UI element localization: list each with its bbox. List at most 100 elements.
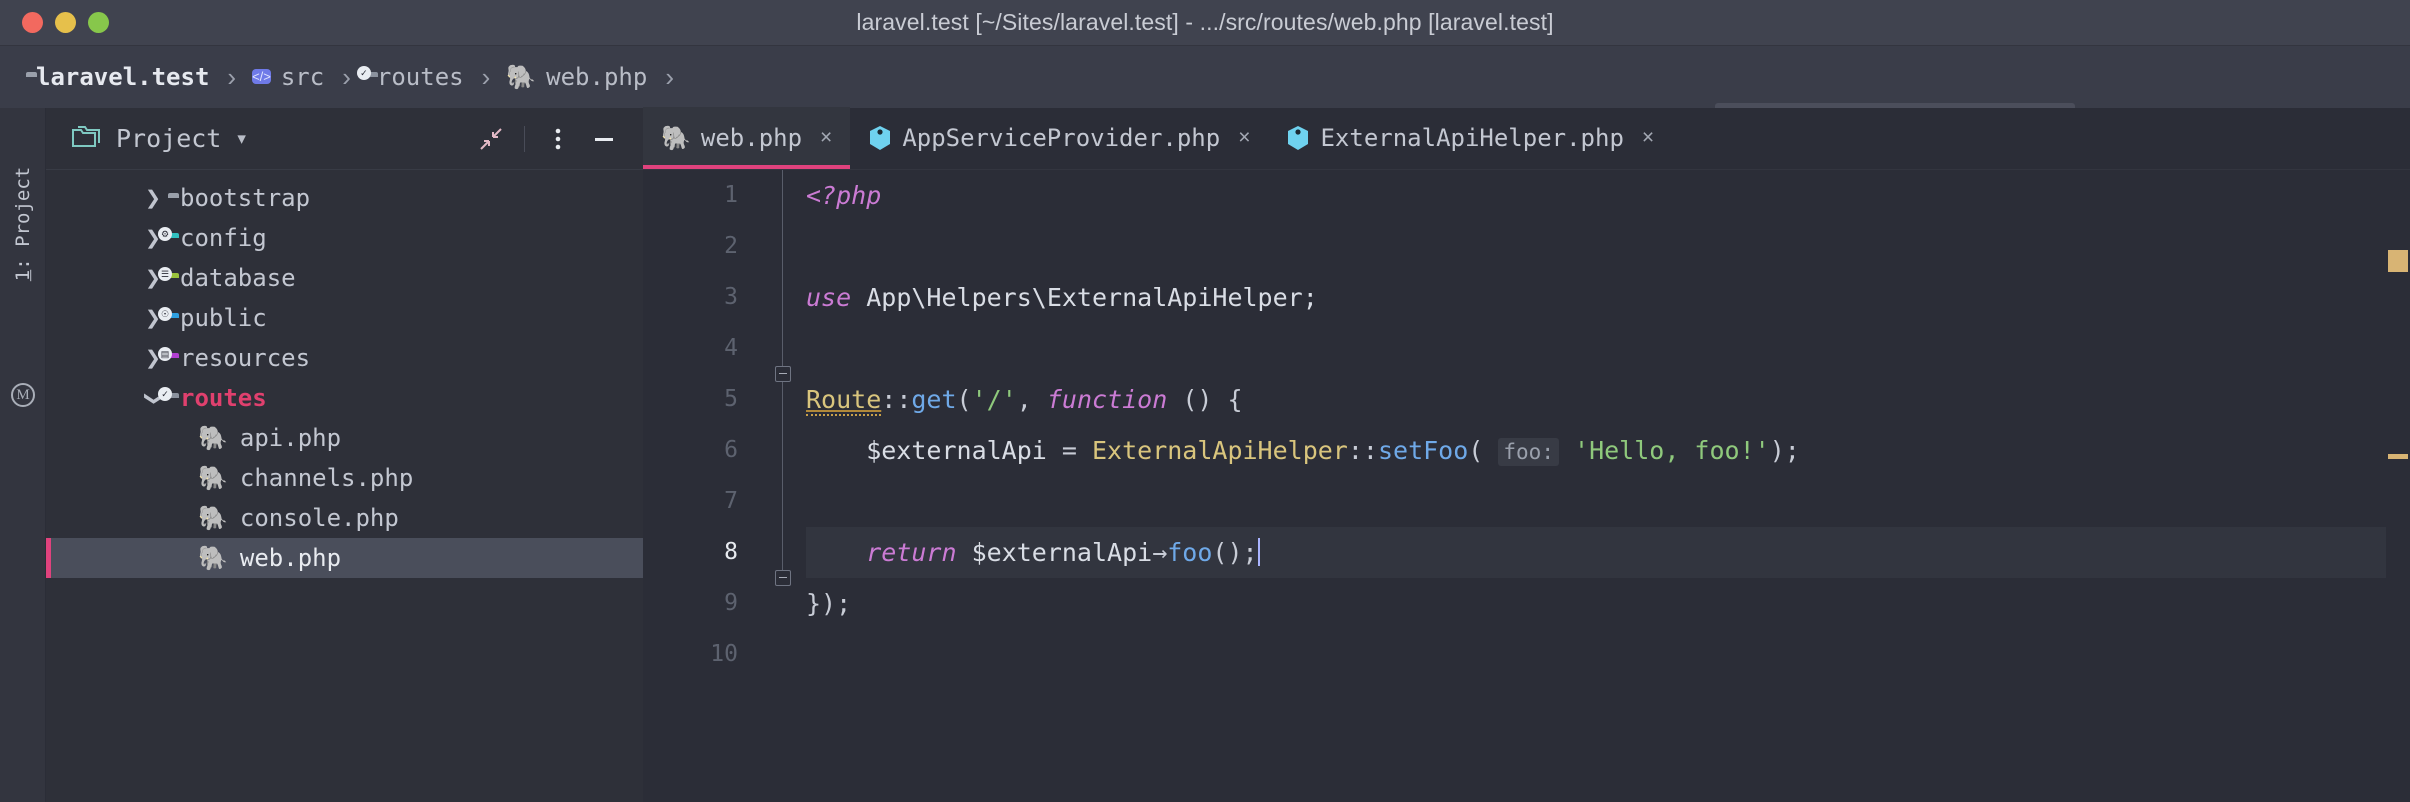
tree-row-database[interactable]: ❯ ☰ database — [46, 258, 643, 298]
code-folding-gutter[interactable] — [768, 170, 798, 802]
warning-marker[interactable] — [2388, 454, 2408, 459]
chevron-right-icon[interactable]: ❯ — [138, 187, 168, 210]
m-circle-icon[interactable]: M — [11, 383, 35, 407]
tab-label: AppServiceProvider.php — [902, 124, 1221, 152]
project-tab-number: 1 — [12, 269, 34, 282]
tree-row-console-php[interactable]: 🐘 console.php — [46, 498, 643, 538]
close-icon[interactable]: × — [820, 126, 832, 150]
zoom-window-button[interactable] — [88, 12, 109, 33]
breadcrumb-label: web.php — [546, 63, 648, 91]
window-title: laravel.test [~/Sites/laravel.test] - ..… — [856, 9, 1554, 35]
code-content[interactable]: <?php use App\Helpers\ExternalApiHelper;… — [798, 170, 2410, 802]
window-traffic-lights — [22, 12, 109, 33]
tree-row-bootstrap[interactable]: ❯ bootstrap — [46, 178, 643, 218]
hello-foo-string: 'Hello, foo!' — [1558, 436, 1770, 465]
text-caret — [1257, 538, 1260, 566]
more-vertical-icon[interactable] — [537, 118, 579, 160]
sidebar-item-project-tab[interactable]: 1: Project — [0, 124, 46, 324]
breadcrumb-item-file[interactable]: 🐘 web.php — [502, 46, 651, 108]
tab-externalapihelper-php[interactable]: ExternalApiHelper.php × — [1268, 107, 1672, 169]
chevron-down-icon[interactable]: ▾ — [237, 129, 246, 149]
minimize-window-button[interactable] — [55, 12, 76, 33]
code-editor[interactable]: 1 2 3 4 5 6 7 8 9 10 <?php use App\Helpe… — [643, 170, 2410, 802]
tree-item-label: database — [180, 264, 296, 292]
tree-item-label: routes — [180, 384, 267, 412]
function-keyword: function — [1046, 385, 1168, 414]
close-window-button[interactable] — [22, 12, 43, 33]
closure-open: () { — [1167, 385, 1243, 414]
breadcrumb-label: routes — [376, 63, 464, 91]
parameter-hint: foo: — [1498, 438, 1559, 466]
php-class-icon — [1286, 125, 1310, 151]
paren: ( — [1468, 436, 1499, 465]
foo-method-name: foo — [1167, 538, 1213, 567]
tree-item-label: web.php — [239, 544, 342, 572]
close-icon[interactable]: × — [1642, 126, 1654, 150]
breadcrumb-trailing-separator-icon: › — [665, 61, 674, 92]
get-method-name: get — [911, 385, 957, 414]
php-file-icon: 🐘 — [198, 464, 228, 492]
breadcrumb-separator-icon: › — [481, 61, 491, 92]
fold-collapse-end-icon[interactable] — [775, 570, 791, 586]
setfoo-method-name: setFoo — [1377, 436, 1469, 465]
breadcrumb-label: laravel.test — [36, 63, 210, 91]
line-number: 2 — [724, 233, 738, 259]
scope-operator: :: — [1347, 436, 1378, 465]
project-folder-icon — [72, 124, 102, 154]
line-number-current: 8 — [724, 539, 738, 565]
php-file-icon: 🐘 — [198, 504, 228, 532]
close-icon[interactable]: × — [1238, 126, 1250, 150]
line-number: 3 — [724, 284, 738, 310]
breadcrumb: laravel.test › </> src › ✓ routes › 🐘 we… — [22, 46, 686, 108]
line-number: 10 — [710, 641, 738, 667]
helper-class-name: ExternalApiHelper — [1091, 436, 1348, 465]
php-class-icon — [868, 125, 892, 151]
code-line-9: }); — [806, 578, 2410, 629]
php-file-icon: 🐘 — [661, 124, 691, 152]
scope-operator: :: — [881, 385, 912, 414]
variable-externalapi: $externalApi — [806, 436, 1062, 465]
line-number: 1 — [724, 182, 738, 208]
tab-web-php[interactable]: 🐘 web.php × — [643, 107, 851, 169]
code-line-5: Route::get('/', function () { — [806, 374, 2410, 425]
line-number: 9 — [724, 590, 738, 616]
breadcrumb-separator-icon: › — [227, 61, 237, 92]
php-open-tag: <?php — [806, 181, 882, 210]
breadcrumb-item-project[interactable]: laravel.test — [22, 46, 213, 108]
tree-row-resources[interactable]: ❯ ▤ resources — [46, 338, 643, 378]
collapse-all-button[interactable] — [470, 118, 512, 160]
tab-label: ExternalApiHelper.php — [1320, 124, 1624, 152]
project-panel-header: Project ▾ — [46, 108, 643, 170]
tree-item-label: resources — [180, 344, 311, 372]
tree-row-api-php[interactable]: 🐘 api.php — [46, 418, 643, 458]
tree-item-label: api.php — [239, 424, 342, 452]
tree-row-web-php[interactable]: 🐘 web.php — [46, 538, 643, 578]
code-line-6: $externalApi = ExternalApiHelper::setFoo… — [806, 425, 2410, 476]
line-number: 5 — [724, 386, 738, 412]
warning-marker[interactable] — [2388, 250, 2408, 272]
tree-row-routes[interactable]: ❮ ✓ routes — [46, 378, 643, 418]
comma: , — [1016, 385, 1047, 414]
line-number-gutter: 1 2 3 4 5 6 7 8 9 10 — [643, 170, 768, 802]
breadcrumb-label: src — [280, 63, 325, 91]
fold-collapse-icon[interactable] — [775, 366, 791, 382]
code-line-3: use App\Helpers\ExternalApiHelper; — [806, 272, 2410, 323]
breadcrumb-item-routes[interactable]: ✓ routes — [356, 46, 468, 108]
editor-tab-bar: 🐘 web.php × AppServiceProvider.php × Ext… — [643, 107, 2410, 170]
tree-row-public[interactable]: ❯ ☉ public — [46, 298, 643, 338]
tab-appserviceprovider-php[interactable]: AppServiceProvider.php × — [850, 107, 1268, 169]
project-panel-title[interactable]: Project ▾ — [72, 124, 246, 154]
tree-row-channels-php[interactable]: 🐘 channels.php — [46, 458, 643, 498]
project-panel-toolbar — [470, 118, 643, 160]
line-number: 6 — [724, 437, 738, 463]
return-keyword: return — [806, 538, 957, 567]
php-file-icon: 🐘 — [198, 424, 228, 452]
hide-panel-button[interactable] — [583, 118, 625, 160]
line-number: 4 — [724, 335, 738, 361]
tree-row-config[interactable]: ❯ ⚙ config — [46, 218, 643, 258]
breadcrumb-item-src[interactable]: </> src — [248, 46, 328, 108]
source-root-icon: </> — [252, 69, 271, 84]
inspection-marker-gutter[interactable] — [2386, 232, 2410, 802]
